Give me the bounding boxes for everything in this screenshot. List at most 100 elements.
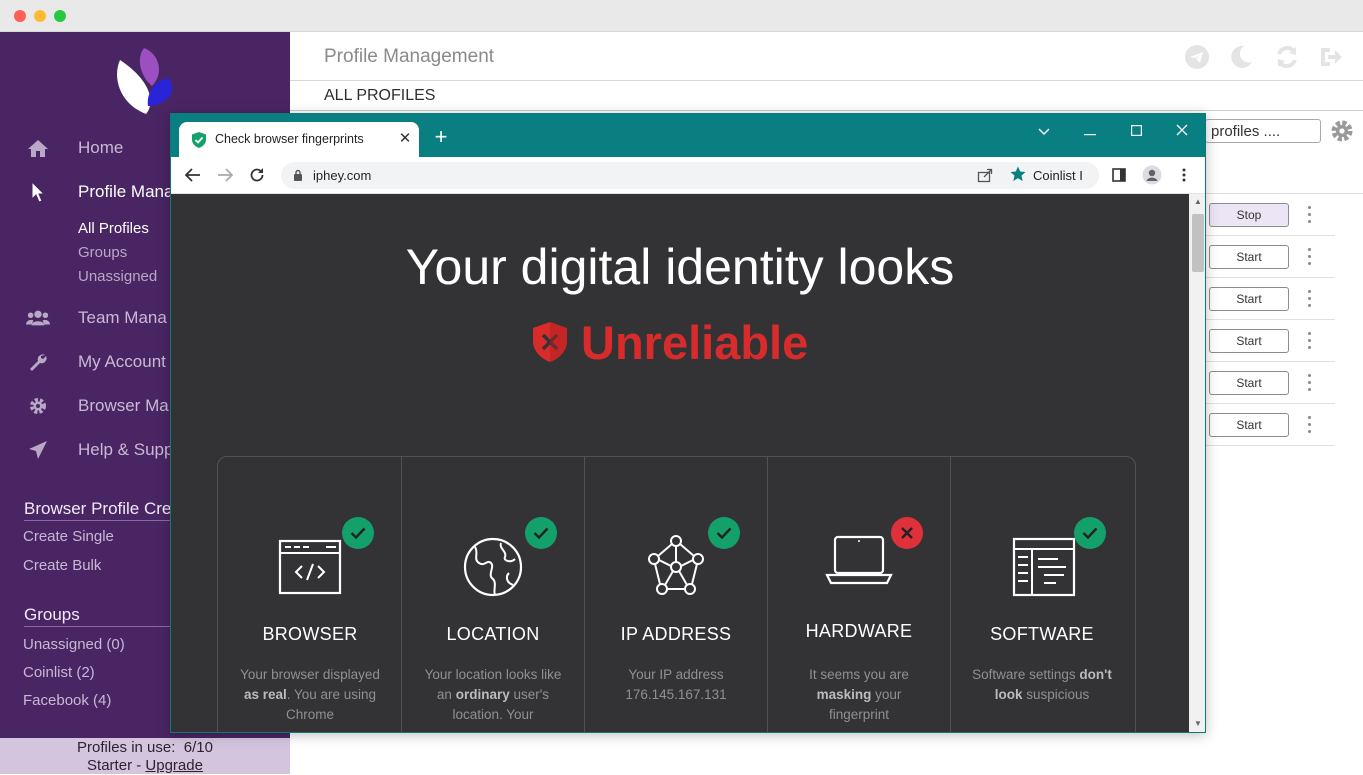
tab-title: Check browser fingerprints [215,132,364,146]
profiles-usage: Profiles in use: 6/10 [0,739,290,757]
row-menu-icon[interactable] [1305,374,1313,394]
table-row: Start [1205,278,1335,320]
app-logo [117,48,173,114]
start-profile-button[interactable]: Start [1209,371,1289,395]
plan-footer: Profiles in use: 6/10 Starter - Upgrade [0,738,290,774]
address-bar[interactable]: iphey.com Coinlist I [281,162,1099,189]
card-title: SOFTWARE [990,624,1094,644]
tab-search-chevron-icon[interactable] [1031,121,1057,143]
window-titlebar [0,0,1363,32]
start-profile-button[interactable]: Start [1209,413,1289,437]
profile-avatar-icon[interactable] [1141,164,1163,186]
divider [24,520,174,521]
upgrade-link[interactable]: Upgrade [145,757,203,774]
share-icon[interactable] [977,167,993,183]
refresh-icon[interactable] [1274,44,1300,70]
check-badge-icon [1074,517,1106,549]
network-icon [648,535,704,595]
browser-window-code-icon [278,539,342,595]
card-ip-address[interactable]: IP ADDRESS Your IP address 176.145.167.1… [584,457,768,732]
reload-icon[interactable] [246,164,268,186]
browser-menu-icon[interactable] [1173,164,1195,186]
check-badge-icon [342,517,374,549]
browser-tabstrip: Check browser fingerprints ✕ + [171,114,1205,157]
nav-profile-management-label: Profile Mana [78,182,174,201]
stop-profile-button[interactable]: Stop [1209,203,1289,227]
create-bulk-link[interactable]: Create Bulk [23,557,101,574]
desc-text: . You are using Chrome [285,687,377,722]
card-title: BROWSER [262,624,358,644]
start-profile-button[interactable]: Start [1209,329,1289,353]
group-coinlist[interactable]: Coinlist (2) [23,664,95,681]
side-panel-icon[interactable] [1108,164,1130,186]
bookmark-label[interactable]: Coinlist I [1033,168,1083,183]
group-facebook[interactable]: Facebook (4) [23,692,111,709]
tab-all-profiles[interactable]: ALL PROFILES [324,87,435,105]
card-hardware[interactable]: HARDWARE It seems you are masking your f… [767,457,951,732]
minimize-window-button[interactable] [34,10,46,22]
wrench-icon [26,350,50,374]
scroll-up-arrow-icon[interactable]: ▲ [1193,198,1203,206]
team-icon [26,306,50,330]
telegram-icon[interactable] [1184,44,1210,70]
dark-mode-icon[interactable] [1228,44,1254,70]
nav-my-account-label: My Account [78,352,166,371]
bookmark-star-icon[interactable] [1009,165,1027,183]
nav-team-label: Team Mana [78,308,167,327]
shield-check-icon [192,132,206,148]
laptop-icon [825,535,893,585]
profiles-tabbar: ALL PROFILES [290,81,1363,111]
creation-section-title: Browser Profile Cre [24,499,172,518]
forward-arrow-icon[interactable] [214,164,236,186]
scroll-down-arrow-icon[interactable]: ▼ [1193,720,1203,728]
start-profile-button[interactable]: Start [1209,245,1289,269]
card-location[interactable]: LOCATION Your location looks like an ord… [401,457,585,732]
close-tab-icon[interactable]: ✕ [397,131,413,147]
close-window-button[interactable] [14,10,26,22]
close-browser-button[interactable] [1169,121,1195,143]
cursor-icon [26,180,50,204]
groups-section-title: Groups [24,605,80,624]
card-title: LOCATION [446,624,540,644]
row-menu-icon[interactable] [1305,290,1313,310]
row-menu-icon[interactable] [1305,206,1313,226]
card-software[interactable]: SOFTWARE Software settings don't look su… [950,457,1134,732]
page-scrollbar[interactable]: ▲ ▼ [1189,194,1205,732]
search-profiles-input[interactable]: profiles .... [1205,119,1321,143]
sub-all-profiles[interactable]: All Profiles [78,220,149,237]
group-unassigned[interactable]: Unassigned (0) [23,636,125,653]
create-single-link[interactable]: Create Single [23,528,114,545]
sub-unassigned[interactable]: Unassigned [78,268,157,285]
card-description: Software settings don't look suspicious [968,665,1116,705]
row-menu-icon[interactable] [1305,416,1313,436]
x-badge-icon [891,517,923,549]
card-description: Your location looks like an ordinary use… [419,665,567,725]
usage-value: 6/10 [183,739,213,756]
verdict: Unreliable [531,312,808,372]
back-arrow-icon[interactable] [182,164,204,186]
page-headline: Your digital identity looks [405,239,955,295]
scrollbar-thumb[interactable] [1192,214,1204,272]
sub-groups[interactable]: Groups [78,244,127,261]
new-tab-button[interactable]: + [429,125,453,149]
verdict-text: Unreliable [581,315,809,369]
card-title: IP ADDRESS [620,624,732,644]
nav-help-label: Help & Supp [78,440,174,459]
paper-plane-icon [26,438,50,462]
divider [24,626,174,627]
card-browser[interactable]: BROWSER Your browser displayed as real. … [218,457,402,732]
row-menu-icon[interactable] [1305,332,1313,352]
plan-name: Starter - [87,757,146,774]
browser-tab[interactable]: Check browser fingerprints ✕ [179,122,419,157]
logout-icon[interactable] [1318,44,1344,70]
start-profile-button[interactable]: Start [1209,287,1289,311]
check-badge-icon [525,517,557,549]
usage-label: Profiles in use: [77,739,176,756]
zoom-window-button[interactable] [54,10,66,22]
lock-icon [294,169,302,181]
desc-text: Your browser displayed [240,667,380,682]
row-menu-icon[interactable] [1305,248,1313,268]
table-settings-gear-icon[interactable] [1329,118,1355,144]
maximize-browser-button[interactable] [1123,121,1149,143]
minimize-browser-button[interactable] [1077,121,1103,143]
